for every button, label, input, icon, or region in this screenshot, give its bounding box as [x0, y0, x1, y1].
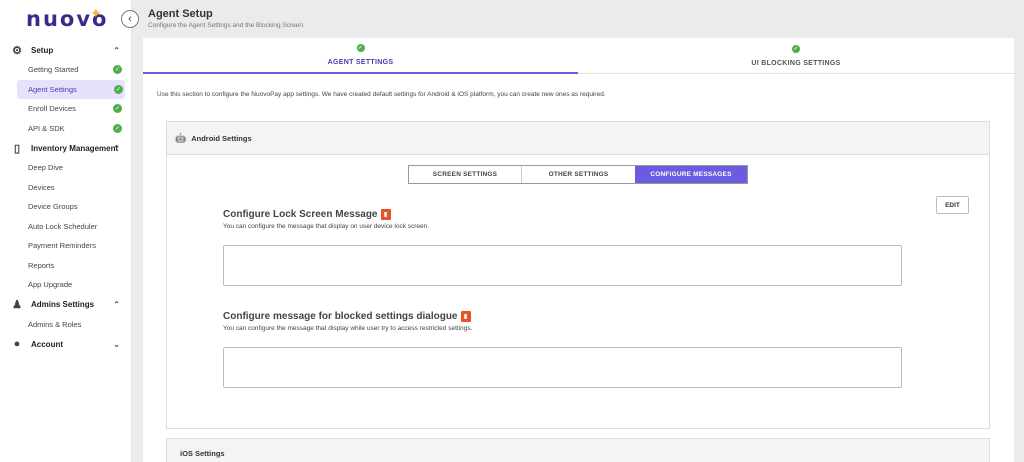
lock-message-input[interactable]: [223, 245, 902, 286]
sidebar-item-enroll-devices[interactable]: Enroll Devices ✓: [0, 99, 131, 119]
sidebar-item-agent-settings[interactable]: Agent Settings ✓: [17, 79, 125, 99]
sidebar-item-getting-started[interactable]: Getting Started ✓: [0, 60, 131, 80]
segment-configure-messages[interactable]: CONFIGURE MESSAGES: [635, 166, 747, 183]
edit-button[interactable]: EDIT: [936, 196, 969, 214]
sidebar-item-label: App Upgrade: [28, 280, 73, 290]
sidebar-item-label: Devices: [28, 182, 55, 192]
lock-message-title: Configure Lock Screen Message ▮: [223, 209, 391, 220]
sidebar-item-auto-lock-scheduler[interactable]: Auto Lock Scheduler: [0, 217, 131, 237]
tab-agent-settings[interactable]: ✓ AGENT SETTINGS: [143, 38, 578, 74]
chevron-left-icon: ‹: [128, 13, 132, 25]
sidebar-group-account[interactable]: ● Account ⌄: [0, 334, 131, 354]
panel-title: iOS Settings: [180, 448, 225, 458]
lock-message-description: You can configure the message that displ…: [223, 223, 430, 230]
sidebar-item-device-groups[interactable]: Device Groups: [0, 197, 131, 217]
mobile-icon: ▯: [13, 142, 21, 155]
page-title: Agent Setup: [148, 8, 213, 20]
sidebar-item-label: Admins & Roles: [28, 319, 82, 329]
sidebar-group-inventory[interactable]: ▯ Inventory Management ⌃: [0, 138, 131, 158]
sidebar-item-api-sdk[interactable]: API & SDK ✓: [0, 119, 131, 139]
blocked-message-description: You can configure the message that displ…: [223, 325, 473, 332]
android-settings-header[interactable]: 🤖 Android Settings: [167, 122, 989, 155]
segment-screen-settings[interactable]: SCREEN SETTINGS: [409, 166, 522, 183]
intro-text: Use this section to configure the NuovoP…: [157, 91, 606, 98]
segment-other-settings[interactable]: OTHER SETTINGS: [522, 166, 635, 183]
gear-icon: ⚙: [12, 44, 22, 57]
sidebar-item-label: Deep Dive: [28, 163, 64, 173]
lock-message-title-text: Configure Lock Screen Message: [223, 209, 378, 220]
android-settings-panel: 🤖 Android Settings SCREEN SETTINGS OTHER…: [166, 121, 990, 429]
sidebar-item-label: Agent Settings: [28, 84, 77, 94]
ios-settings-header[interactable]: iOS Settings: [166, 438, 990, 462]
clipboard-icon: ▮: [460, 311, 471, 322]
chevron-up-icon: ⌃: [113, 300, 120, 309]
settings-segmented-control: SCREEN SETTINGS OTHER SETTINGS CONFIGURE…: [408, 165, 748, 184]
tab-label: AGENT SETTINGS: [327, 59, 394, 66]
blocked-message-title-text: Configure message for blocked settings d…: [223, 311, 458, 322]
tab-bar: ✓ AGENT SETTINGS ✓ UI BLOCKING SETTINGS: [143, 38, 1014, 74]
sidebar-item-label: Payment Reminders: [28, 241, 96, 251]
sidebar-item-admins-roles[interactable]: Admins & Roles: [0, 315, 131, 335]
sidebar-group-setup[interactable]: ⚙ Setup ⌃: [0, 40, 131, 60]
sidebar-group-admins[interactable]: ♟ Admins Settings ⌃: [0, 295, 131, 315]
sidebar-item-label: Auto Lock Scheduler: [28, 221, 98, 231]
person-icon: ♟: [12, 299, 22, 311]
sidebar-item-label: Getting Started: [28, 65, 79, 75]
clipboard-icon: ▮: [380, 209, 391, 220]
blocked-message-input[interactable]: [223, 347, 902, 388]
tab-label: UI BLOCKING SETTINGS: [751, 60, 841, 67]
sidebar-collapse-button[interactable]: ‹: [121, 10, 139, 28]
sidebar-group-label: Setup: [31, 45, 54, 55]
sidebar-item-app-upgrade[interactable]: App Upgrade: [0, 275, 131, 295]
chevron-down-icon: ⌄: [113, 339, 120, 349]
chevron-up-icon: ⌃: [113, 143, 120, 153]
chevron-up-icon: ⌃: [113, 45, 120, 55]
tab-ui-blocking-settings[interactable]: ✓ UI BLOCKING SETTINGS: [578, 38, 1014, 74]
blocked-message-title: Configure message for blocked settings d…: [223, 311, 471, 322]
sidebar-item-label: Enroll Devices: [28, 104, 76, 114]
sidebar-item-reports[interactable]: Reports: [0, 256, 131, 276]
main-card: ✓ AGENT SETTINGS ✓ UI BLOCKING SETTINGS …: [143, 38, 1014, 462]
check-circle-icon: ✓: [792, 45, 800, 53]
android-icon: 🤖: [175, 132, 187, 143]
panel-title: Android Settings: [191, 133, 252, 143]
page-subtitle: Configure the Agent Settings and the Blo…: [148, 22, 305, 29]
sidebar-item-label: API & SDK: [28, 123, 65, 133]
check-circle-icon: ✓: [356, 44, 365, 52]
sidebar-item-deep-dive[interactable]: Deep Dive: [0, 158, 131, 178]
check-circle-icon: ✓: [113, 104, 122, 114]
sidebar-group-label: Inventory Management: [31, 143, 119, 153]
sidebar-item-payment-reminders[interactable]: Payment Reminders: [0, 236, 131, 256]
account-circle-icon: ●: [13, 338, 21, 350]
check-circle-icon: ✓: [113, 65, 122, 75]
sidebar-group-label: Admins Settings: [31, 300, 95, 309]
sidebar-group-label: Account: [31, 339, 63, 349]
sidebar: nuovo ✦ ⚙ Setup ⌃ Getting Started ✓ Agen…: [0, 0, 132, 462]
sidebar-item-label: Reports: [28, 260, 55, 270]
check-circle-icon: ✓: [113, 123, 122, 133]
sidebar-item-label: Device Groups: [28, 202, 78, 212]
sparkle-icon: ✦: [90, 5, 102, 21]
check-circle-icon: ✓: [114, 84, 123, 94]
sidebar-menu: ⚙ Setup ⌃ Getting Started ✓ Agent Settin…: [0, 40, 131, 354]
sidebar-item-devices[interactable]: Devices: [0, 178, 131, 198]
